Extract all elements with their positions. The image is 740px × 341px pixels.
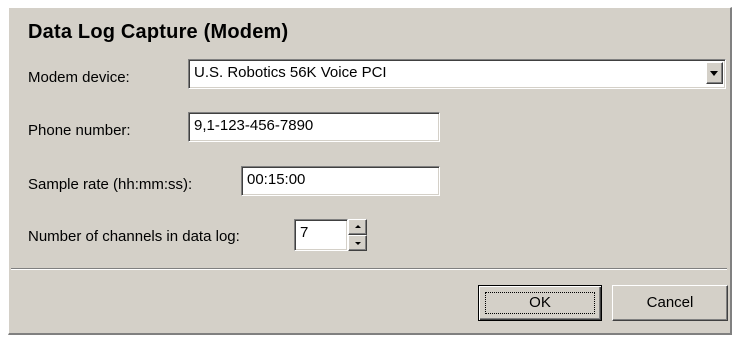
ok-button[interactable]: OK: [478, 285, 602, 321]
modem-device-select[interactable]: U.S. Robotics 56K Voice PCI: [188, 59, 726, 89]
modem-device-dropdown-button[interactable]: [706, 62, 723, 84]
spin-down-arrow-icon: [355, 242, 361, 245]
sample-rate-value: 00:15:00: [247, 171, 306, 188]
channels-input[interactable]: 7: [294, 219, 348, 251]
sample-rate-input[interactable]: 00:15:00: [241, 166, 440, 196]
dialog-title: Data Log Capture (Modem): [28, 21, 289, 43]
modem-device-label: Modem device:: [28, 69, 130, 86]
phone-number-label: Phone number:: [28, 122, 131, 139]
spin-up-arrow-icon: [355, 225, 361, 228]
channels-value: 7: [300, 224, 309, 241]
button-separator: [11, 268, 727, 270]
channels-spin-down-button[interactable]: [348, 235, 367, 251]
cancel-button[interactable]: Cancel: [612, 285, 728, 321]
phone-number-input[interactable]: 9,1-123-456-7890: [188, 112, 440, 142]
chevron-down-icon: [710, 71, 718, 76]
ok-button-label: OK: [529, 294, 551, 311]
phone-number-value: 9,1-123-456-7890: [194, 117, 314, 134]
channels-label: Number of channels in data log:: [28, 228, 240, 245]
data-log-capture-dialog: Data Log Capture (Modem) Modem device: U…: [8, 7, 732, 335]
cancel-button-label: Cancel: [646, 294, 694, 311]
sample-rate-label: Sample rate (hh:mm:ss):: [28, 176, 193, 193]
channels-spinner[interactable]: [348, 219, 367, 251]
channels-spin-up-button[interactable]: [348, 219, 367, 235]
modem-device-value: U.S. Robotics 56K Voice PCI: [194, 64, 387, 81]
